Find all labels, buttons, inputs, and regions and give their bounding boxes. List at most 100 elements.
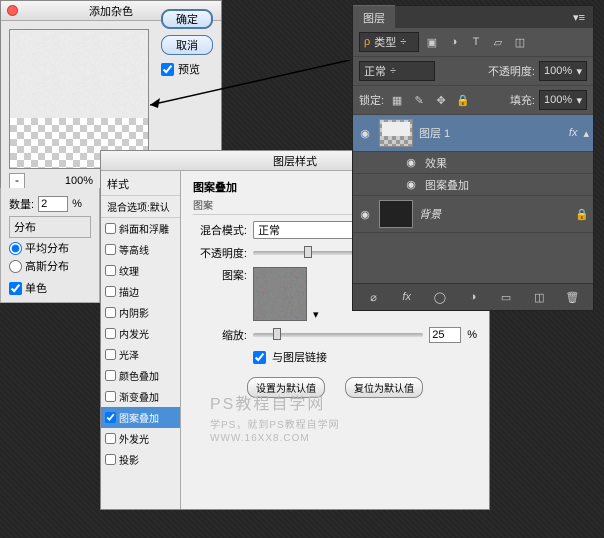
collapse-icon[interactable]: ▴ (583, 127, 589, 140)
close-icon[interactable] (7, 5, 18, 16)
chevron-down-icon: ÷ (390, 65, 396, 77)
style-item-label: 描边 (119, 284, 139, 299)
lock-label: 锁定: (359, 92, 384, 108)
visibility-icon[interactable]: ◉ (403, 177, 419, 193)
new-layer-icon[interactable]: ◫ (530, 288, 548, 306)
lock-pixels-icon[interactable]: ✎ (410, 91, 428, 109)
layer-thumbnail[interactable] (379, 200, 413, 228)
ok-button[interactable]: 确定 (161, 9, 213, 29)
filter-pixel-icon[interactable]: ▣ (423, 33, 441, 51)
uniform-radio[interactable] (9, 242, 22, 255)
watermark: PS教程自学网 学PS，就到PS教程自学网 WWW.16XX8.COM (210, 390, 340, 444)
panel-opacity-label: 不透明度: (488, 63, 535, 79)
zoom-out-button[interactable]: - (9, 173, 25, 189)
style-item-label: 内阴影 (119, 305, 149, 320)
filter-smart-icon[interactable]: ◫ (511, 33, 529, 51)
fill-label: 填充: (510, 92, 535, 108)
scale-slider[interactable] (253, 333, 423, 337)
style-checkbox[interactable] (105, 412, 116, 423)
lock-all-icon[interactable]: 🔒 (454, 91, 472, 109)
style-checkbox[interactable] (105, 265, 116, 276)
visibility-icon[interactable]: ◉ (357, 125, 373, 141)
link-layer-label: 与图层链接 (272, 349, 327, 365)
style-item[interactable]: 内阴影 (101, 302, 180, 323)
lock-position-icon[interactable]: ✥ (432, 91, 450, 109)
style-item[interactable]: 投影 (101, 449, 180, 470)
amount-unit: % (72, 198, 82, 210)
style-item[interactable]: 渐变叠加 (101, 386, 180, 407)
style-item[interactable]: 内发光 (101, 323, 180, 344)
pattern-overlay-row[interactable]: ◉ 图案叠加 (353, 174, 593, 196)
mono-checkbox[interactable] (9, 282, 22, 295)
style-checkbox[interactable] (105, 328, 116, 339)
preview-label: 预览 (178, 61, 200, 77)
preview-checkbox[interactable] (161, 63, 174, 76)
style-checkbox[interactable] (105, 244, 116, 255)
filter-adjust-icon[interactable]: ◑ (445, 33, 463, 51)
style-item[interactable]: 颜色叠加 (101, 365, 180, 386)
effects-row[interactable]: ◉ 效果 (353, 152, 593, 174)
noise-params: 数量: % 分布 平均分布 高斯分布 单色 (0, 188, 100, 303)
style-item[interactable]: 等高线 (101, 239, 180, 260)
style-item-label: 光泽 (119, 347, 139, 362)
style-checkbox[interactable] (105, 370, 116, 381)
style-item[interactable]: 图案叠加 (101, 407, 180, 428)
style-item[interactable]: 外发光 (101, 428, 180, 449)
visibility-icon[interactable]: ◉ (403, 155, 419, 171)
blend-options-item[interactable]: 混合选项:默认 (101, 196, 180, 218)
style-item[interactable]: 斜面和浮雕 (101, 218, 180, 239)
panel-menu-icon[interactable]: ▾≡ (565, 11, 593, 24)
delete-icon[interactable]: 🗑 (563, 288, 581, 306)
fill-input[interactable]: 100%▾ (539, 90, 587, 110)
style-item[interactable]: 描边 (101, 281, 180, 302)
fx-icon[interactable]: fx (398, 288, 416, 306)
gaussian-radio[interactable] (9, 260, 22, 273)
scale-input[interactable] (429, 327, 461, 343)
blend-mode-select[interactable]: 正常÷ (359, 61, 435, 81)
style-checkbox[interactable] (105, 307, 116, 318)
fx-badge[interactable]: fx (569, 127, 578, 139)
chevron-down-icon: ÷ (400, 36, 406, 48)
panel-opacity-input[interactable]: 100%▾ (539, 61, 587, 81)
style-item-label: 渐变叠加 (119, 389, 159, 404)
filter-shape-icon[interactable]: ▱ (489, 33, 507, 51)
style-checkbox[interactable] (105, 349, 116, 360)
mask-icon[interactable]: ◯ (431, 288, 449, 306)
lock-transparency-icon[interactable]: ▦ (388, 91, 406, 109)
layer-name[interactable]: 背景 (419, 206, 441, 222)
link-layer-checkbox[interactable] (253, 351, 266, 364)
cancel-button[interactable]: 取消 (161, 35, 213, 55)
visibility-icon[interactable]: ◉ (357, 206, 373, 222)
layer-item-1[interactable]: ◉ 图层 1 fx ▴ (353, 115, 593, 152)
style-checkbox[interactable] (105, 433, 116, 444)
layer-name[interactable]: 图层 1 (419, 125, 450, 141)
layers-panel: 图层 ▾≡ ρ类型÷ ▣ ◑ T ▱ ◫ 正常÷ 不透明度: 100%▾ 锁定:… (352, 5, 594, 311)
panel-footer: ⌀ fx ◯ ◑ ▭ ◫ 🗑 (353, 283, 593, 310)
style-checkbox[interactable] (105, 286, 116, 297)
style-list: 样式 混合选项:默认 斜面和浮雕等高线纹理描边内阴影内发光光泽颜色叠加渐变叠加图… (101, 171, 181, 509)
style-checkbox[interactable] (105, 391, 116, 402)
layer-item-background[interactable]: ◉ 背景 🔒 (353, 196, 593, 233)
filter-type-icon[interactable]: T (467, 33, 485, 51)
pattern-swatch[interactable] (253, 267, 307, 321)
filter-kind-select[interactable]: ρ类型÷ (359, 32, 419, 52)
style-checkbox[interactable] (105, 454, 116, 465)
reset-default-button[interactable]: 复位为默认值 (345, 377, 423, 398)
style-item-label: 内发光 (119, 326, 149, 341)
style-item-label: 纹理 (119, 263, 139, 278)
mono-label: 单色 (25, 280, 47, 296)
layers-tab[interactable]: 图层 (353, 5, 395, 30)
effects-label: 效果 (425, 155, 447, 171)
group-icon[interactable]: ▭ (497, 288, 515, 306)
adjustment-icon[interactable]: ◑ (464, 288, 482, 306)
style-item[interactable]: 纹理 (101, 260, 180, 281)
style-list-header[interactable]: 样式 (101, 173, 180, 196)
style-item-label: 斜面和浮雕 (119, 221, 169, 236)
chevron-down-icon[interactable]: ▾ (313, 308, 319, 321)
uniform-label: 平均分布 (25, 240, 69, 256)
style-checkbox[interactable] (105, 223, 116, 234)
layer-thumbnail[interactable] (379, 119, 413, 147)
link-layers-icon[interactable]: ⌀ (365, 288, 383, 306)
style-item[interactable]: 光泽 (101, 344, 180, 365)
amount-input[interactable] (38, 196, 68, 212)
